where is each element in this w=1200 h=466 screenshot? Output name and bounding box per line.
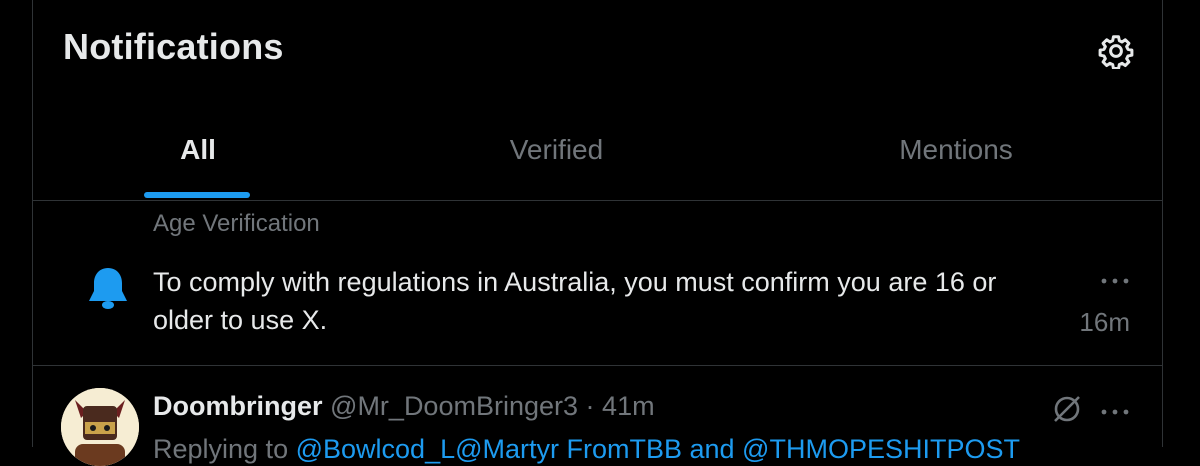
- notifications-header: Notifications All Verified Mentions: [33, 0, 1162, 201]
- notifications-panel: Notifications All Verified Mentions Age …: [32, 0, 1163, 466]
- tab-verified[interactable]: Verified: [363, 120, 750, 200]
- more-options-icon[interactable]: [1099, 404, 1131, 415]
- avatar[interactable]: [61, 388, 139, 466]
- tweet-header: Doombringer @Mr_DoomBringer3 · 41m: [153, 391, 655, 422]
- notification-text: To comply with regulations in Australia,…: [153, 267, 997, 335]
- tweet-author-name[interactable]: Doombringer: [153, 391, 323, 421]
- more-options-icon[interactable]: [1099, 273, 1131, 284]
- grok-icon[interactable]: [1050, 392, 1084, 426]
- separator-dot: ·: [585, 391, 595, 421]
- tab-all[interactable]: All: [33, 120, 363, 200]
- tweet-timestamp[interactable]: 41m: [602, 391, 655, 421]
- age-verification-notification[interactable]: Age Verification To comply with regulati…: [33, 201, 1162, 366]
- reply-mentions[interactable]: @Bowlcod_L@Martyr FromTBB and @THMOPESHI…: [296, 434, 1020, 464]
- bell-icon: [85, 265, 131, 311]
- notification-heading: Age Verification: [153, 210, 320, 237]
- notification-timestamp: 16m: [1079, 307, 1130, 337]
- tab-mentions-label: Mentions: [899, 134, 1013, 165]
- tweet-author-handle[interactable]: @Mr_DoomBringer3: [330, 391, 578, 421]
- tab-mentions[interactable]: Mentions: [750, 120, 1162, 200]
- tab-verified-label: Verified: [509, 134, 604, 165]
- tab-all-label: All: [180, 134, 216, 165]
- notification-tabs: All Verified Mentions: [33, 120, 1162, 200]
- active-tab-indicator: [144, 192, 250, 198]
- gear-icon[interactable]: [1098, 33, 1134, 71]
- reply-prefix: Replying to: [153, 434, 289, 464]
- reply-context: Replying to @Bowlcod_L@Martyr FromTBB an…: [153, 434, 1020, 465]
- tweet-item[interactable]: Doombringer @Mr_DoomBringer3 · 41m Reply…: [33, 366, 1162, 466]
- page-title: Notifications: [63, 26, 284, 67]
